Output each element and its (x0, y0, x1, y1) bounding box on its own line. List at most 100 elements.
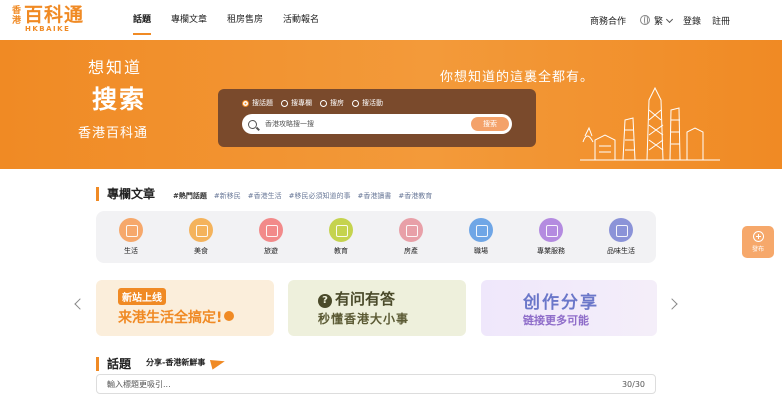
slogan-line-1: 想知道 (88, 58, 143, 77)
tag-hk-study[interactable]: #香港讀書 (358, 191, 392, 201)
cake-icon (119, 218, 143, 242)
hero-banner: 想知道 搜索 香港百科通 你想知道的這裏全都有。 搜話題 搜專欄 搜房 搜活動 … (0, 40, 782, 169)
nav-rent-sell[interactable]: 租房售房 (227, 0, 263, 40)
title-accent-bar (96, 356, 99, 371)
category-label: 生活 (124, 247, 138, 255)
register-link[interactable]: 註冊 (712, 14, 730, 27)
category-label: 品味生活 (607, 247, 635, 255)
paper-plane-icon (210, 355, 227, 370)
category-label: 旅遊 (264, 247, 278, 255)
category-food[interactable]: 美食 (166, 211, 236, 263)
category-travel[interactable]: 旅遊 (236, 211, 306, 263)
tag-immigration-must-know[interactable]: #移民必須知道的事 (289, 191, 351, 201)
logo-main-text: 百科通 (24, 4, 85, 26)
radio-search-columns[interactable]: 搜專欄 (281, 98, 312, 108)
map-icon (259, 218, 283, 242)
slogan-line-2: 搜索 (92, 85, 147, 114)
title-accent-bar (96, 186, 99, 201)
hero-slogan-right: 你想知道的這裏全都有。 (440, 70, 595, 85)
search-type-radios: 搜話題 搜專欄 搜房 搜活動 (242, 98, 391, 108)
banner-create-share[interactable]: 创作分享 链接更多可能 (481, 280, 657, 336)
skyline-illustration (580, 86, 720, 161)
plus-icon (752, 231, 764, 242)
radio-dot (242, 99, 249, 107)
radio-search-events[interactable]: 搜活動 (352, 98, 383, 108)
scale-icon (539, 218, 563, 242)
radio-dot (352, 99, 359, 107)
radio-search-housing[interactable]: 搜房 (320, 98, 344, 108)
topic-title-field: 30/30 (96, 374, 656, 394)
category-label: 教育 (334, 247, 348, 255)
category-label: 美食 (194, 247, 208, 255)
carousel-prev-icon[interactable] (74, 298, 86, 310)
login-link[interactable]: 登錄 (683, 14, 701, 27)
nav-events[interactable]: 活動報名 (283, 0, 319, 40)
topic-subtitle-text: 分享-香港新鮮事 (146, 358, 206, 367)
book-icon (329, 218, 353, 242)
banner-new-site[interactable]: 新站上线 来港生活全搞定! (96, 280, 274, 336)
category-label: 專業服務 (537, 247, 565, 255)
category-quality-life[interactable]: 品味生活 (586, 211, 656, 263)
category-professional[interactable]: 專業服務 (516, 211, 586, 263)
food-icon (189, 218, 213, 242)
radio-dot (281, 99, 288, 107)
radio-label: 搜房 (330, 99, 344, 107)
hero-slogan: 想知道 搜索 香港百科通 (78, 54, 148, 141)
category-label: 房產 (404, 247, 418, 255)
topic-section-title: 話題 (96, 355, 131, 372)
business-link[interactable]: 商務合作 (590, 14, 626, 27)
radio-search-topics[interactable]: 搜話題 (242, 98, 273, 108)
column-section-title: 專欄文章 (96, 185, 155, 202)
tag-hk-education[interactable]: #香港教育 (398, 191, 432, 201)
category-label: 職場 (474, 247, 488, 255)
topic-title-input[interactable] (107, 379, 622, 389)
nav-columns[interactable]: 專欄文章 (171, 0, 207, 40)
radio-label: 搜專欄 (291, 99, 312, 107)
topic-title-text: 話題 (107, 357, 132, 371)
column-title-text: 專欄文章 (107, 187, 156, 201)
char-count: 30/30 (621, 379, 645, 389)
radio-label: 搜話題 (252, 99, 273, 107)
category-workplace[interactable]: 職場 (446, 211, 516, 263)
radio-label: 搜活動 (362, 99, 383, 107)
category-panel: 生活 美食 旅遊 教育 房產 職場 專業服務 品味生活 (96, 211, 656, 263)
banner-tag: 新站上线 (118, 288, 166, 305)
category-life[interactable]: 生活 (96, 211, 166, 263)
banner-subline: 秒懂香港大小事 (318, 312, 410, 326)
tag-hot-topics[interactable]: #熱門話題 (173, 191, 207, 201)
search-icon (248, 119, 257, 129)
search-button[interactable]: 搜索 (471, 117, 509, 131)
banner-headline-text: 来港生活全搞定! (118, 310, 223, 326)
category-property[interactable]: 房產 (376, 211, 446, 263)
language-selector[interactable]: 繁 (639, 14, 674, 27)
publish-button[interactable]: 發布 (742, 226, 774, 258)
island-icon (609, 218, 633, 242)
category-education[interactable]: 教育 (306, 211, 376, 263)
site-logo[interactable]: 香港 百科通 HKBAIKE (12, 4, 90, 36)
tag-new-immigrants[interactable]: #新移民 (214, 191, 241, 201)
carousel-next-icon[interactable] (666, 298, 678, 310)
search-input[interactable] (265, 120, 465, 128)
language-label: 繁 (653, 16, 663, 27)
slogan-line-3: 香港百科通 (78, 126, 149, 141)
banner-qa[interactable]: ? 有问有答 秒懂香港大小事 (288, 280, 466, 336)
radio-dot (320, 99, 327, 107)
house-icon (399, 218, 423, 242)
banner-subline: 链接更多可能 (523, 314, 589, 327)
banner-headline: 来港生活全搞定! (118, 307, 235, 327)
search-field: 搜索 (242, 114, 512, 134)
tag-hk-life[interactable]: #香港生活 (248, 191, 282, 201)
globe-icon (639, 14, 650, 25)
publish-label: 發布 (751, 246, 764, 253)
chevron-down-icon (665, 15, 674, 23)
question-icon: ? (318, 294, 332, 308)
logo-side-text: 香港 (12, 6, 22, 26)
banner-headline-text: 有问有答 (335, 290, 396, 308)
main-nav: 話題 專欄文章 租房售房 活動報名 (133, 0, 339, 40)
banner-headline: ? 有问有答 (318, 288, 395, 309)
top-header: 香港 百科通 HKBAIKE 話題 專欄文章 租房售房 活動報名 商務合作 繁 … (0, 0, 782, 40)
banner-headline: 创作分享 (523, 293, 599, 313)
topic-subtitle: 分享-香港新鮮事 (146, 355, 227, 370)
check-icon (224, 311, 235, 321)
nav-topics[interactable]: 話題 (133, 0, 152, 40)
